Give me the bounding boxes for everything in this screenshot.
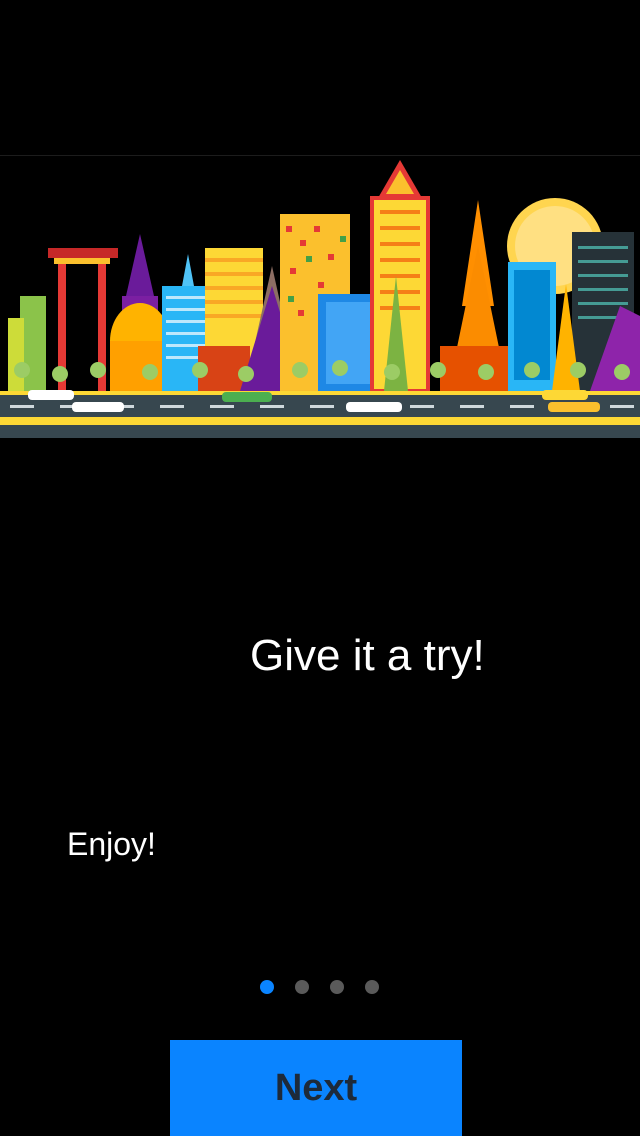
- page-dot-1[interactable]: [260, 980, 274, 994]
- onboarding-headline: Give it a try!: [250, 631, 485, 680]
- next-button[interactable]: Next: [170, 1040, 462, 1136]
- page-indicator[interactable]: [260, 980, 379, 994]
- skyline-graphic: [0, 160, 640, 438]
- page-dot-2[interactable]: [295, 980, 309, 994]
- city-skyline-illustration: [0, 155, 640, 438]
- onboarding-subtext: Enjoy!: [67, 826, 156, 862]
- next-button-label: Next: [274, 1066, 358, 1109]
- page-dot-4[interactable]: [365, 980, 379, 994]
- page-dot-3[interactable]: [330, 980, 344, 994]
